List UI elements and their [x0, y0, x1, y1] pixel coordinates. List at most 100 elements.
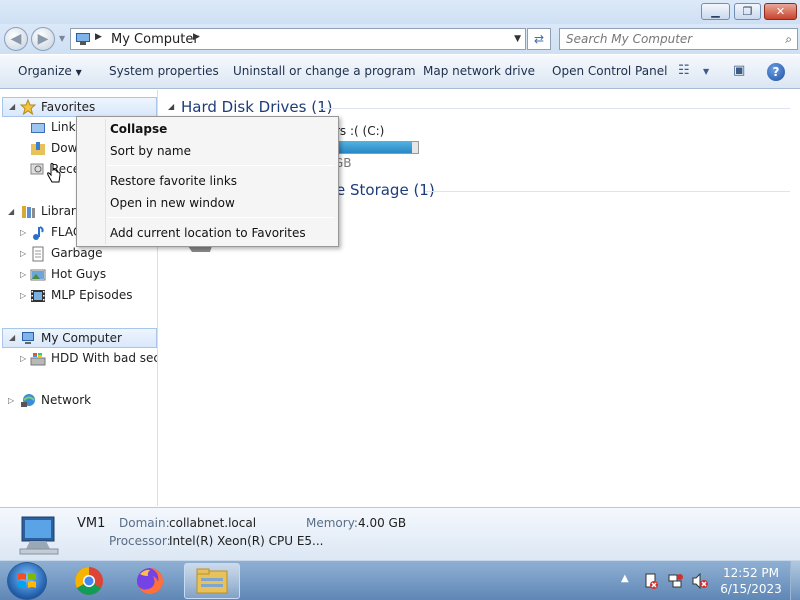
expanded-triangle-icon[interactable]: ◢: [8, 207, 14, 216]
map-network-drive-button[interactable]: Map network drive: [423, 64, 535, 78]
videos-library-icon: [31, 290, 45, 302]
refresh-button[interactable]: ⇄: [527, 28, 551, 50]
volume-muted-icon[interactable]: [692, 573, 708, 589]
system-properties-button[interactable]: System properties: [109, 64, 219, 78]
pictures-library-icon: [30, 269, 46, 281]
processor-value: Intel(R) Xeon(R) CPU E5...: [169, 534, 324, 548]
nav-label-favorites: Favorites: [41, 100, 96, 114]
nav-label-downloads: Dow: [51, 141, 78, 155]
group-header-hard-disk-drives[interactable]: Hard Disk Drives (1): [181, 98, 332, 116]
star-icon: [20, 99, 36, 115]
nav-item-mlp-episodes[interactable]: ▷ MLP Episodes: [0, 286, 157, 306]
menu-separator: [107, 165, 334, 166]
links-folder-icon: [31, 123, 45, 133]
collapsed-triangle-icon[interactable]: ▷: [20, 249, 26, 258]
computer-name: VM1: [77, 516, 106, 531]
preview-pane-icon[interactable]: ▣: [733, 63, 745, 78]
help-icon[interactable]: ?: [767, 63, 785, 81]
collapsed-triangle-icon[interactable]: ▷: [20, 291, 26, 300]
computer-icon: [22, 332, 34, 344]
search-icon[interactable]: ⌕: [785, 32, 792, 47]
address-bar-row: ◀ ▶ ▼ ▶ My Computer ▶ ▼ ⇄ ⌕: [0, 24, 800, 54]
windows-logo-icon: [18, 573, 36, 588]
menu-item-restore-favorite-links[interactable]: Restore favorite links: [80, 170, 335, 192]
action-center-icon[interactable]: [643, 573, 659, 589]
memory-value: 4.00 GB: [358, 516, 407, 530]
nav-label-garbage: Garbage: [51, 246, 103, 260]
organize-button[interactable]: Organize ▼: [18, 64, 82, 78]
collapsed-triangle-icon[interactable]: ▷: [8, 396, 14, 405]
recent-places-icon: [30, 163, 44, 175]
menu-item-add-current-location[interactable]: Add current location to Favorites: [80, 222, 335, 244]
search-input[interactable]: [560, 29, 770, 49]
drive-label[interactable]: rs :( (C:): [335, 124, 384, 138]
close-icon: ✕: [775, 5, 786, 18]
hard-drive-icon: [30, 353, 46, 366]
system-clock[interactable]: 12:52 PM 6/15/2023: [718, 565, 784, 597]
breadcrumb-chevron-icon[interactable]: ▶: [95, 32, 102, 42]
computer-icon: [76, 33, 90, 45]
taskbar-explorer[interactable]: [184, 563, 240, 599]
collapsed-triangle-icon[interactable]: ▷: [20, 354, 26, 363]
back-arrow-icon: ◀: [10, 31, 22, 47]
nav-item-my-computer[interactable]: ◢ My Computer: [2, 328, 157, 348]
processor-key: Processor:: [109, 534, 171, 548]
nav-item-garbage[interactable]: ▷ Garbage: [0, 244, 157, 264]
domain-value: collabnet.local: [169, 516, 257, 530]
maximize-button[interactable]: ❐: [734, 3, 761, 20]
chrome-icon: [75, 567, 103, 595]
title-bar: ▁ ❐ ✕: [0, 0, 800, 24]
change-view-icon[interactable]: ☷: [678, 63, 690, 78]
nav-label-hdd: HDD With bad secto: [51, 351, 157, 365]
uninstall-program-button[interactable]: Uninstall or change a program: [233, 64, 416, 78]
libraries-icon: [22, 206, 35, 218]
nav-item-favorites[interactable]: ◢ Favorites: [2, 97, 157, 117]
search-box[interactable]: ⌕: [559, 28, 798, 50]
expanded-triangle-icon[interactable]: ◢: [168, 102, 174, 111]
expanded-triangle-icon[interactable]: ◢: [9, 333, 15, 342]
view-options-dropdown-icon[interactable]: ▼: [703, 67, 709, 76]
taskbar-chrome[interactable]: [61, 563, 117, 599]
chevron-down-icon: ▼: [75, 68, 82, 77]
refresh-icon: ⇄: [533, 32, 545, 46]
back-button[interactable]: ◀: [4, 27, 28, 51]
nav-item-hdd[interactable]: ▷ HDD With bad secto: [0, 349, 157, 369]
show-hidden-icons-icon[interactable]: ▲: [621, 573, 629, 584]
nav-label-hot-guys: Hot Guys: [51, 267, 107, 281]
group-header-removable-storage[interactable]: e Storage (1): [336, 181, 435, 199]
address-path[interactable]: My Computer: [111, 32, 199, 47]
menu-item-open-in-new-window[interactable]: Open in new window: [80, 192, 335, 214]
forward-arrow-icon: ▶: [37, 31, 49, 47]
address-bar[interactable]: ▶ My Computer ▶ ▼: [70, 28, 526, 50]
minimize-button[interactable]: ▁: [701, 3, 730, 20]
menu-item-sort-by-name[interactable]: Sort by name: [80, 140, 335, 162]
open-control-panel-button[interactable]: Open Control Panel: [552, 64, 667, 78]
details-pane: VM1 Domain: collabnet.local Memory: 4.00…: [0, 507, 800, 560]
forward-button[interactable]: ▶: [31, 27, 55, 51]
firefox-icon: [137, 568, 163, 594]
expanded-triangle-icon[interactable]: ◢: [9, 102, 15, 111]
menu-item-collapse[interactable]: Collapse: [80, 118, 335, 140]
nav-item-network[interactable]: ▷ Network: [0, 391, 157, 411]
collapsed-triangle-icon[interactable]: ▷: [20, 228, 26, 237]
memory-key: Memory:: [306, 516, 358, 530]
music-note-icon: [33, 226, 44, 240]
collapsed-triangle-icon[interactable]: ▷: [20, 270, 26, 279]
network-icon: [21, 394, 35, 407]
nav-item-hot-guys[interactable]: ▷ Hot Guys: [0, 265, 157, 285]
clock-time: 12:52 PM: [723, 566, 779, 580]
start-button[interactable]: [7, 562, 47, 600]
close-button[interactable]: ✕: [764, 3, 797, 20]
recent-pages-dropdown-icon[interactable]: ▼: [59, 34, 65, 43]
breadcrumb-chevron-icon[interactable]: ▶: [193, 32, 200, 42]
show-desktop-button[interactable]: [790, 561, 800, 600]
drive-usage-fill: [331, 142, 412, 153]
computer-icon: [19, 516, 59, 555]
nav-label-mlp: MLP Episodes: [51, 288, 133, 302]
organize-label: Organize: [18, 64, 72, 78]
address-history-dropdown-icon[interactable]: ▼: [514, 34, 521, 44]
network-status-icon[interactable]: [667, 573, 683, 589]
group-divider: [320, 108, 790, 109]
minimize-icon: ▁: [711, 5, 720, 18]
taskbar-firefox[interactable]: [122, 563, 178, 599]
